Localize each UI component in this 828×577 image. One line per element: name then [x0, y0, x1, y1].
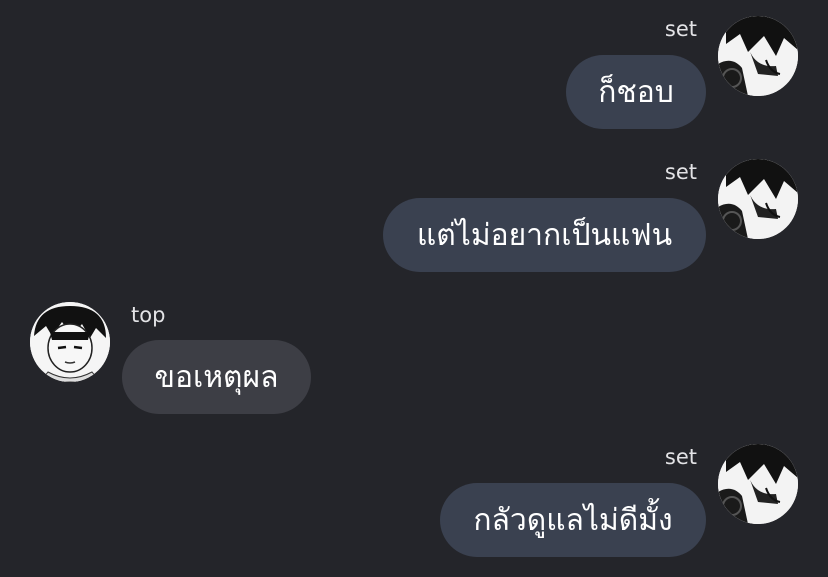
top-avatar-icon[interactable] — [30, 302, 110, 382]
set-avatar-icon[interactable] — [718, 159, 798, 239]
sender-name: set — [664, 445, 697, 469]
sender-name: set — [664, 160, 697, 184]
set-avatar-icon[interactable] — [718, 16, 798, 96]
sender-name: top — [131, 303, 166, 327]
set-avatar-icon[interactable] — [718, 444, 798, 524]
message-bubble[interactable]: ขอเหตุผล — [122, 340, 311, 414]
chat-thread: set ก็ชอบ set แต่ไม่อยากเป็นแฟน top ขอเห… — [0, 0, 828, 577]
message-bubble[interactable]: แต่ไม่อยากเป็นแฟน — [383, 198, 706, 272]
message-bubble[interactable]: กลัวดูแลไม่ดีมั้ง — [440, 483, 706, 557]
message-bubble[interactable]: ก็ชอบ — [566, 55, 706, 129]
sender-name: set — [664, 17, 697, 41]
